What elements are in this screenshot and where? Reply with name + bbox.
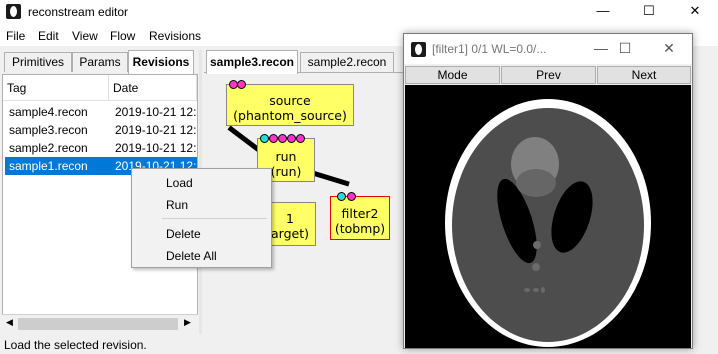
port-input-icon[interactable] [260, 134, 269, 143]
column-header-date[interactable]: Date [109, 75, 197, 101]
row-date: 2019-10-21 12:5 [115, 141, 197, 155]
port-output-icon[interactable] [347, 192, 356, 201]
menu-revisions[interactable]: Revisions [149, 29, 201, 43]
menu-edit[interactable]: Edit [38, 29, 59, 43]
scroll-left-icon[interactable]: ◀ [6, 317, 13, 328]
list-item[interactable]: sample2.recon 2019-10-21 12:5 [5, 139, 197, 157]
app-icon [411, 42, 426, 57]
menu-item-delete-all[interactable]: Delete All [166, 249, 217, 263]
node-name: filter2 [341, 206, 379, 221]
menu-item-run[interactable]: Run [166, 198, 188, 212]
port-output-icon[interactable] [296, 134, 305, 143]
menu-item-load[interactable]: Load [166, 176, 193, 190]
node-name: run [275, 149, 297, 164]
row-tag: sample3.recon [9, 123, 88, 137]
next-button[interactable]: Next [597, 66, 691, 84]
close-button[interactable]: ✕ [672, 0, 718, 24]
context-menu: Load Run Delete Delete All [131, 168, 272, 268]
filter-title-bar: [filter1] 0/1 WL=0.0/... — ☐ ✕ [404, 34, 692, 64]
phantom-image[interactable] [405, 85, 691, 348]
status-text: Load the selected revision. [4, 338, 147, 352]
row-tag: sample2.recon [9, 141, 88, 155]
node-source[interactable]: source (phantom_source) [226, 80, 354, 126]
row-tag: sample4.recon [9, 105, 88, 119]
list-item[interactable]: sample3.recon 2019-10-21 12:5 [5, 121, 197, 139]
list-item[interactable]: sample4.recon 2019-10-21 12:5 [5, 103, 197, 121]
horizontal-scrollbar[interactable]: ◀ ▶ [2, 314, 198, 332]
filter-viewer-window: [filter1] 0/1 WL=0.0/... — ☐ ✕ Mode Prev… [403, 33, 693, 349]
tab-sample2[interactable]: sample2.recon [300, 52, 394, 72]
prev-button[interactable]: Prev [501, 66, 596, 84]
maximize-button[interactable]: ☐ [626, 0, 672, 24]
scroll-right-icon[interactable]: ▶ [184, 317, 191, 328]
port-output-icon[interactable] [269, 134, 278, 143]
row-date: 2019-10-21 12:5 [115, 123, 197, 137]
menu-separator [162, 218, 267, 219]
menu-view[interactable]: View [72, 29, 98, 43]
menu-file[interactable]: File [6, 29, 25, 43]
tab-params[interactable]: Params [72, 52, 128, 72]
row-date: 2019-10-21 12:5 [115, 105, 197, 119]
menu-item-delete[interactable]: Delete [166, 227, 201, 241]
menu-flow[interactable]: Flow [110, 29, 135, 43]
node-type: (phantom_source) [233, 108, 347, 123]
column-header-tag[interactable]: Tag [3, 75, 109, 101]
title-bar: reconstream editor — ☐ ✕ [0, 0, 718, 24]
left-tabbar: Primitives Params Revisions [0, 50, 198, 74]
node-type: arget) [271, 226, 309, 241]
node-name: 1 [286, 211, 294, 226]
minimize-button[interactable]: — [580, 0, 626, 24]
tab-sample3[interactable]: sample3.recon [206, 50, 298, 74]
node-type: (tobmp) [334, 221, 386, 236]
app-icon [6, 4, 21, 19]
port-output-icon[interactable] [237, 80, 246, 89]
node-filter2[interactable]: filter2 (tobmp) [330, 192, 390, 240]
port-output-icon[interactable] [278, 134, 287, 143]
mode-button[interactable]: Mode [405, 66, 500, 84]
port-input-icon[interactable] [337, 192, 346, 201]
window-title: reconstream editor [28, 5, 129, 19]
scrollbar-thumb[interactable] [18, 318, 178, 330]
filter-maximize-button[interactable]: ☐ [602, 34, 648, 64]
row-tag: sample1.recon [9, 159, 88, 173]
tab-revisions[interactable]: Revisions [128, 50, 194, 74]
phantom-image-graphic [445, 99, 651, 347]
filter-window-title: [filter1] 0/1 WL=0.0/... [432, 42, 547, 56]
filter-close-button[interactable]: ✕ [646, 34, 692, 64]
port-output-icon[interactable] [287, 134, 296, 143]
node-name: source [269, 93, 311, 108]
tab-primitives[interactable]: Primitives [4, 52, 72, 72]
